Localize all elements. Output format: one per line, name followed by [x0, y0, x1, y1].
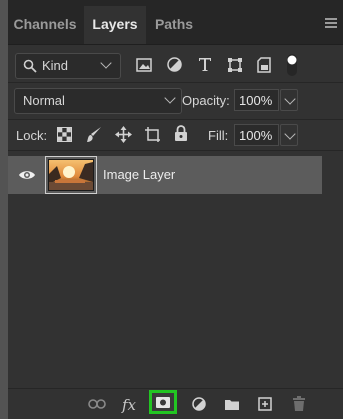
delete-layer-icon[interactable] [292, 396, 306, 412]
lock-all-icon[interactable] [174, 125, 188, 142]
divider [8, 119, 343, 120]
visibility-eye-icon[interactable] [18, 169, 36, 181]
filter-toggle-icon[interactable] [286, 53, 298, 77]
lock-image-pixels-icon[interactable] [86, 126, 102, 143]
layers-panel: Channels Layers Paths Kind Normal Opacit… [8, 0, 343, 419]
image-filter-icon[interactable] [136, 58, 152, 72]
lock-position-icon[interactable] [115, 126, 132, 143]
new-group-icon[interactable] [224, 398, 240, 411]
chevron-down-icon [100, 57, 112, 69]
search-icon [23, 59, 37, 73]
tab-paths[interactable]: Paths [148, 6, 200, 44]
new-layer-icon[interactable] [258, 397, 272, 411]
divider [8, 150, 343, 151]
opacity-input[interactable]: 100% [234, 89, 279, 111]
lock-transparent-pixels-icon[interactable] [57, 127, 72, 142]
layer-thumbnail[interactable] [45, 156, 97, 194]
bottom-toolbar: fx [8, 388, 343, 419]
filter-kind-select[interactable]: Kind [15, 53, 121, 79]
add-mask-icon [156, 397, 170, 408]
opacity-label: Opacity: [182, 93, 230, 108]
blend-mode-value: Normal [23, 93, 65, 108]
layer-thumbnail-image [49, 160, 93, 190]
tab-bar: Channels Layers Paths [8, 0, 343, 45]
adjustment-layer-icon[interactable] [192, 397, 207, 412]
blend-mode-select[interactable]: Normal [14, 88, 182, 114]
tab-channels[interactable]: Channels [8, 6, 82, 44]
divider [8, 82, 343, 83]
lock-artboard-icon[interactable] [144, 126, 161, 143]
chevron-down-icon [164, 92, 176, 104]
link-layers-icon[interactable] [88, 399, 106, 409]
add-mask-button[interactable] [149, 390, 177, 414]
layer-name[interactable]: Image Layer [103, 167, 175, 182]
lock-label: Lock: [16, 128, 48, 143]
opacity-dropdown-button[interactable] [280, 89, 298, 111]
layer-style-fx-button[interactable]: fx [122, 396, 136, 414]
filter-kind-label: Kind [42, 58, 69, 73]
layer-row[interactable]: Image Layer [8, 156, 322, 194]
tab-layers[interactable]: Layers [84, 6, 146, 44]
shape-filter-icon[interactable] [227, 57, 243, 73]
type-filter-icon[interactable] [198, 57, 212, 72]
fill-dropdown-button[interactable] [280, 124, 298, 146]
fill-input[interactable]: 100% [234, 124, 279, 146]
chevron-down-icon [284, 93, 296, 105]
panel-menu-icon[interactable] [325, 18, 337, 28]
adjustment-filter-icon[interactable] [167, 57, 182, 72]
smart-object-filter-icon[interactable] [257, 57, 271, 73]
chevron-down-icon [284, 128, 296, 140]
fill-label: Fill: [208, 128, 229, 143]
